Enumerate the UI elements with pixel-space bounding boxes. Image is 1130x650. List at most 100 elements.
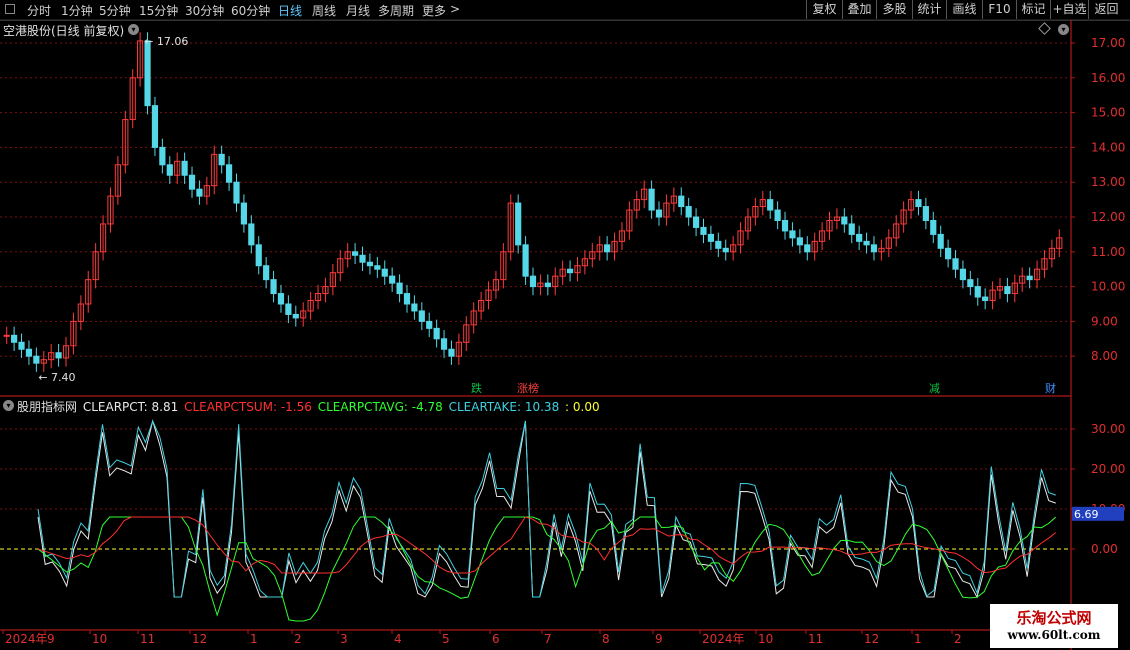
candle-body [218,153,225,166]
candle-body [374,265,381,270]
x-tick-label: 1 [250,632,258,646]
candle-body [722,247,729,253]
x-tick-label: 9 [655,632,663,646]
candle-body [655,209,663,218]
candle-body [952,258,959,270]
candle-body [403,293,411,305]
candle-body [11,334,18,343]
candle-body [277,293,285,305]
candle-body [18,341,25,350]
chevron-down-icon[interactable]: ▾ [3,400,14,411]
indicator-value-cleartake: CLEARTAKE: 10.38 [448,400,560,414]
candle-body [433,327,440,340]
indicator-header: 股朋指标网 CLEARPCT: 8.81 CLEARPCTSUM: -1.56 … [17,398,602,415]
candle-body [937,233,944,249]
y-tick-label: 13.00 [1091,175,1125,189]
x-tick-label: 6 [492,632,500,646]
y-tick-label: 15.00 [1091,106,1125,120]
x-tick-label: 11 [808,632,823,646]
y-tick-label: 11.00 [1091,245,1125,259]
candle-body [856,233,863,242]
y-tick-label: 16.00 [1091,71,1125,85]
indicator-value-clearpctsum: CLEARPCTSUM: -1.56 [184,400,312,414]
x-tick-label: 3 [340,632,348,646]
x-tick-label: 7 [544,632,552,646]
candle-body [982,296,989,302]
x-tick-label: 2024年 [5,632,48,646]
x-tick-label: 5 [442,632,450,646]
candle-body [959,268,967,281]
candle-body [1026,275,1033,281]
candle-body [292,313,299,319]
candle-body [707,233,714,242]
candle-body [181,160,188,176]
watermark-title: 乐淘公式网 [1016,609,1092,627]
candle-body [166,164,173,176]
candle-body [922,206,929,221]
candle-body [389,275,396,284]
candle-body [396,282,403,295]
x-tick-label: 10 [92,632,107,646]
candle-body [285,303,292,315]
candle-body [233,181,240,204]
candle-body [848,223,855,235]
candle-body [448,348,455,357]
x-tick-label: 1 [914,632,922,646]
candle-body [604,244,611,253]
indicator-name: 股朋指标网 [17,400,78,414]
event-marker-reduce[interactable]: 减 [928,382,941,395]
candle-body [411,303,418,312]
candle-body [55,352,62,359]
candle-body [366,261,374,267]
candle-body [1004,286,1011,295]
clearpctsum-line [37,516,1057,574]
indicator-value-clearpctavg: CLEARPCTAVG: -4.78 [317,400,443,414]
event-marker-fall[interactable]: 跌 [470,382,483,395]
candle-body [3,334,10,337]
candle-body [188,174,196,190]
candle-body [359,254,366,263]
x-tick-label: 2 [294,632,302,646]
candle-body [767,199,774,211]
candle-body [225,164,233,183]
y-tick-label: 12.00 [1091,210,1125,224]
y-tick-label: 8.00 [1091,349,1118,363]
candle-body [240,202,248,225]
candle-body [804,244,811,253]
x-tick-label: 10 [758,632,773,646]
indicator-value-zero: : 0.00 [565,400,600,414]
candle-body [440,338,448,350]
candle-body [25,348,33,357]
low-price-label: ← 7.40 [38,371,75,384]
y-tick-label: 0.00 [1091,542,1118,556]
candle-body [685,206,692,218]
x-tick-label: 8 [602,632,610,646]
candle-body [196,188,203,197]
candle-body [426,320,433,329]
candle-body [863,240,870,246]
event-marker-finance[interactable]: 财 [1044,382,1057,395]
candle-body [151,105,159,148]
candle-body [678,195,685,208]
watermark-logo: 乐淘公式网 www.60lt.com [990,604,1118,648]
x-tick-label: 2 [954,632,962,646]
candle-body [648,188,655,211]
x-tick-label: 2024年 [702,632,745,646]
y-tick-label: 30.00 [1091,422,1125,436]
candle-body [381,268,388,277]
y-tick-label: 14.00 [1091,140,1125,154]
candle-body [774,209,781,221]
candle-body [796,237,803,246]
price-chart[interactable]: 17.00 16.00 15.00 14.00 13.00 12.00 11.00 1 0.00… [0,0,1130,650]
candle-body [544,282,551,288]
candle-body [870,244,878,253]
watermark-url: www.60lt.com [1007,628,1101,642]
y-tick-label: 17.00 [1091,36,1125,50]
x-tick-label: 11 [140,632,155,646]
candle-body [915,199,922,208]
y-tick-label: 9.00 [1091,314,1118,328]
event-marker-top-gainer[interactable]: 涨榜 [516,382,540,395]
candle-body [566,268,574,274]
candle-body [270,279,277,295]
indicator-value-clearpct: CLEARPCT: 8.81 [82,400,179,414]
